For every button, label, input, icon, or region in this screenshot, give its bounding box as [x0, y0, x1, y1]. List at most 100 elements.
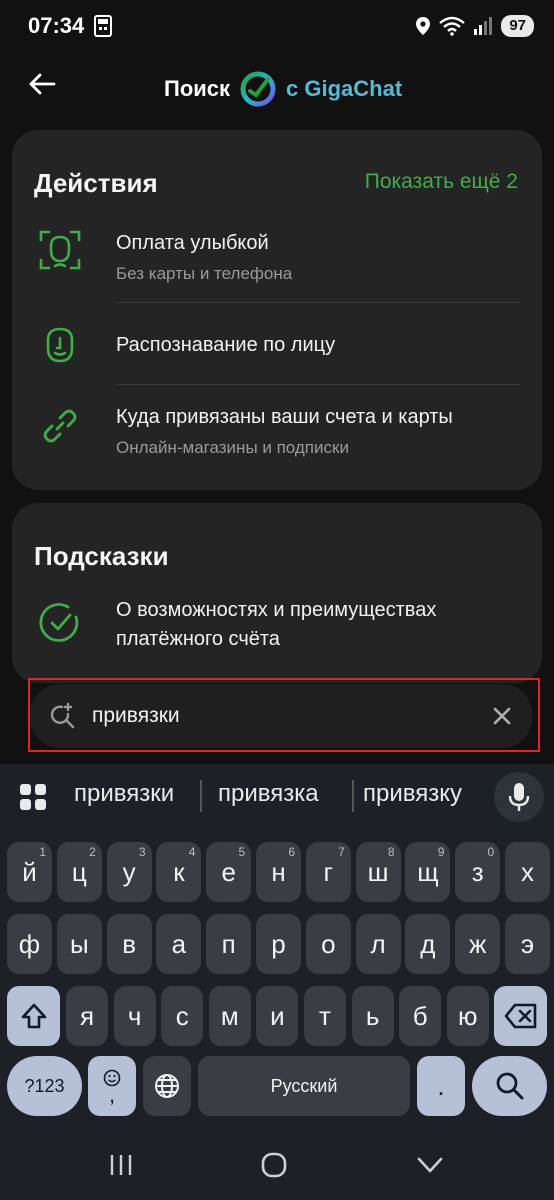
key[interactable]: в: [106, 914, 152, 974]
key-label: н: [271, 856, 286, 887]
key-hint: 3: [138, 845, 146, 859]
key-hint: 0: [487, 845, 495, 859]
signal-icon: [474, 17, 493, 35]
title-search: Поиск: [164, 76, 231, 101]
apps-grid-icon[interactable]: [18, 782, 48, 812]
divider: [116, 384, 520, 385]
hide-keyboard-icon[interactable]: [413, 1148, 447, 1182]
key-hint: 8: [387, 845, 395, 859]
key[interactable]: ж: [455, 914, 501, 974]
key[interactable]: х: [505, 842, 550, 902]
search-enter-key[interactable]: [472, 1056, 547, 1116]
battery-indicator: 97: [501, 15, 534, 37]
key[interactable]: ю: [446, 986, 489, 1046]
key[interactable]: щ9: [405, 842, 451, 902]
mic-button[interactable]: [494, 772, 544, 822]
check-circle-icon: [39, 603, 79, 642]
key[interactable]: т: [304, 986, 346, 1046]
key[interactable]: е5: [206, 842, 252, 902]
language-key[interactable]: [143, 1056, 191, 1116]
key[interactable]: р: [256, 914, 301, 974]
key-hint: 6: [288, 845, 295, 859]
key[interactable]: д: [405, 914, 451, 974]
key-hint: 9: [437, 845, 445, 859]
action-item-linked-accounts[interactable]: Куда привязаны ваши счета и карты Онлайн…: [12, 394, 542, 474]
key-hint: 4: [188, 845, 196, 859]
key[interactable]: ш8: [355, 842, 401, 902]
key-label: ш: [367, 856, 389, 887]
suggestion-1[interactable]: привязки: [74, 780, 174, 808]
microphone-icon: [508, 783, 530, 811]
key[interactable]: э: [505, 914, 550, 974]
key[interactable]: л: [355, 914, 401, 974]
key[interactable]: у3: [106, 842, 152, 902]
key[interactable]: б: [399, 986, 442, 1046]
actions-title: Действия: [34, 168, 158, 198]
period-key[interactable]: .: [417, 1056, 465, 1116]
key-label: й: [22, 856, 37, 887]
hint-title-line1: О возможностях и преимуществах: [116, 599, 437, 621]
system-nav-bar: [0, 1130, 554, 1200]
key[interactable]: ц2: [56, 842, 102, 902]
key[interactable]: й1: [7, 842, 52, 902]
suggestion-2[interactable]: привязка: [218, 780, 319, 808]
clear-icon[interactable]: [490, 704, 514, 728]
home-icon[interactable]: [257, 1148, 291, 1182]
key[interactable]: н6: [256, 842, 301, 902]
action-item-face-recognition[interactable]: Распознавание по лицу: [12, 312, 542, 382]
ai-search-icon: [50, 702, 75, 729]
key[interactable]: ь: [351, 986, 394, 1046]
action-title: Распознавание по лицу: [116, 334, 336, 356]
hint-title-line2: платёжного счёта: [116, 628, 280, 650]
hint-item-payment-account[interactable]: О возможностях и преимуществах платёжног…: [12, 595, 542, 665]
key[interactable]: ч: [113, 986, 156, 1046]
backspace-icon: [504, 1003, 536, 1029]
status-time: 07:34: [28, 13, 85, 38]
gigachat-logo-icon: [240, 71, 276, 107]
key-hint: 2: [89, 845, 96, 859]
wifi-icon: [439, 16, 466, 36]
emoji-comma-key[interactable]: ,: [88, 1056, 136, 1116]
key[interactable]: м: [208, 986, 251, 1046]
key[interactable]: а: [156, 914, 202, 974]
key-label: щ: [417, 856, 439, 887]
arrow-left-icon: [29, 73, 56, 95]
key[interactable]: о: [305, 914, 351, 974]
show-more-link[interactable]: Показать ещё 2: [365, 170, 518, 194]
status-bar: 07:34 97: [0, 0, 554, 52]
suggestion-3[interactable]: привязку: [363, 780, 462, 808]
space-key[interactable]: Русский: [198, 1056, 410, 1116]
action-title: Оплата улыбкой: [116, 232, 269, 254]
backspace-key[interactable]: [494, 986, 547, 1046]
search-input[interactable]: привязки: [30, 684, 532, 748]
key[interactable]: г7: [305, 842, 351, 902]
title-gigachat: с GigaChat: [286, 76, 403, 101]
comma-label: ,: [108, 1082, 116, 1107]
page-title: Поиск с GigaChat: [164, 71, 402, 107]
back-button[interactable]: [22, 64, 62, 104]
key-label: е: [221, 856, 236, 887]
search-value: привязки: [92, 704, 180, 727]
recents-icon[interactable]: [104, 1148, 138, 1182]
key[interactable]: з0: [455, 842, 501, 902]
key[interactable]: к4: [156, 842, 202, 902]
key[interactable]: с: [161, 986, 204, 1046]
action-subtitle: Без карты и телефона: [116, 264, 293, 283]
search-icon: [496, 1072, 523, 1100]
hints-card: Подсказки О возможностях и преимуществах…: [12, 503, 542, 683]
shift-arrow-icon: [21, 1003, 46, 1029]
key-hint: 7: [338, 845, 345, 859]
globe-icon: [155, 1074, 179, 1098]
key[interactable]: я: [66, 986, 108, 1046]
shift-key[interactable]: [7, 986, 60, 1046]
key[interactable]: и: [256, 986, 299, 1046]
action-item-smile-pay[interactable]: Оплата улыбкой Без карты и телефона: [12, 222, 542, 302]
key[interactable]: ы: [56, 914, 102, 974]
location-icon: [416, 17, 431, 35]
key[interactable]: п: [206, 914, 252, 974]
key[interactable]: ф: [7, 914, 52, 974]
key-label: з: [471, 856, 484, 887]
face-scan-icon: [39, 230, 81, 270]
numbers-key[interactable]: ?123: [7, 1056, 82, 1116]
divider: [116, 302, 520, 303]
